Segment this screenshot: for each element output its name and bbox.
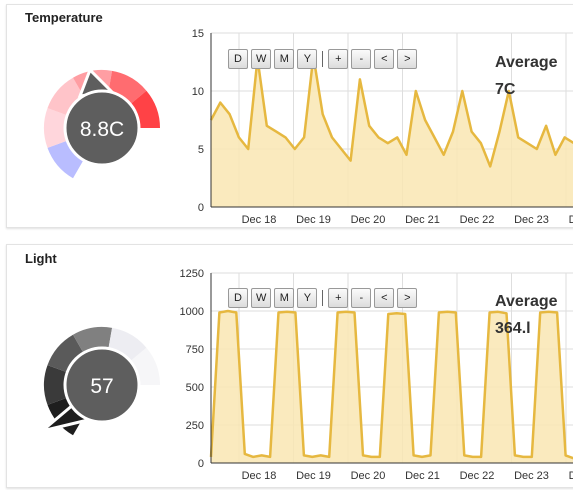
x-tick-label: Dec 19 xyxy=(296,470,331,482)
average-readout: Average 364.l xyxy=(495,288,558,342)
x-tick-label: Dec 23 xyxy=(514,214,549,226)
x-tick-label: Dec 20 xyxy=(351,214,386,226)
average-readout: Average 7C xyxy=(495,49,558,103)
range-button-zoom-in[interactable]: + xyxy=(328,288,349,308)
range-button-next[interactable]: > xyxy=(397,49,418,69)
button-separator xyxy=(322,290,324,306)
light-gauge: 57 xyxy=(41,326,160,436)
range-button-month[interactable]: M xyxy=(274,288,295,308)
x-tick-label: Dec 22 xyxy=(460,470,495,482)
x-tick-label: Dec 21 xyxy=(405,214,440,226)
range-button-month[interactable]: M xyxy=(274,49,295,69)
y-tick-label: 1000 xyxy=(180,306,204,318)
range-button-week[interactable]: W xyxy=(251,49,272,69)
average-value: 7C xyxy=(495,81,516,98)
light-chart: 0 250 500 750 1000 1250 Dec 18 Dec 19 Dec 20 Dec … xyxy=(177,263,573,483)
range-button-previous[interactable]: < xyxy=(374,49,395,69)
x-tick-label: Dec 24 xyxy=(569,214,573,226)
y-tick-label: 10 xyxy=(192,86,204,98)
y-tick-label: 0 xyxy=(198,202,204,214)
range-button-zoom-in[interactable]: + xyxy=(328,49,349,69)
average-value: 364.l xyxy=(495,320,531,337)
x-tick-label: Dec 19 xyxy=(296,214,331,226)
temperature-chart: 0 5 10 15 Dec 18 Dec 19 Dec 20 Dec 21 Dec 22 Dec … xyxy=(177,23,573,227)
x-tick-label: Dec 18 xyxy=(242,214,277,226)
range-button-next[interactable]: > xyxy=(397,288,418,308)
range-buttons: D W M Y + - < > xyxy=(228,288,420,308)
range-button-week[interactable]: W xyxy=(251,288,272,308)
range-button-year[interactable]: Y xyxy=(297,288,318,308)
button-separator xyxy=(322,51,324,67)
y-tick-label: 5 xyxy=(198,144,204,156)
temperature-gauge: 8.8C xyxy=(44,67,160,179)
x-tick-label: Dec 18 xyxy=(242,470,277,482)
x-tick-label: Dec 21 xyxy=(405,470,440,482)
x-tick-label: Dec 20 xyxy=(351,470,386,482)
range-button-day[interactable]: D xyxy=(228,288,248,308)
range-button-year[interactable]: Y xyxy=(297,49,318,69)
y-tick-label: 15 xyxy=(192,28,204,40)
x-tick-label: Dec 24 xyxy=(569,470,573,482)
y-tick-label: 0 xyxy=(198,458,204,470)
temperature-panel: Temperature 8.8C 0 5 10 15 Dec 18 Dec 19 Dec 2… xyxy=(6,4,573,228)
range-buttons: D W M Y + - < > xyxy=(228,49,420,69)
average-label: Average xyxy=(495,54,558,71)
range-button-zoom-out[interactable]: - xyxy=(351,49,372,69)
panel-title: Temperature xyxy=(25,10,103,25)
panel-title: Light xyxy=(25,251,57,266)
x-tick-label: Dec 22 xyxy=(460,214,495,226)
light-panel: Light 57 0 250 500 750 1000 1250 Dec 18 Dec 19 D… xyxy=(6,244,573,488)
y-tick-label: 750 xyxy=(186,344,204,356)
y-tick-label: 250 xyxy=(186,420,204,432)
gauge-value: 57 xyxy=(90,375,113,398)
y-tick-label: 1250 xyxy=(180,268,204,280)
range-button-zoom-out[interactable]: - xyxy=(351,288,372,308)
range-button-previous[interactable]: < xyxy=(374,288,395,308)
average-label: Average xyxy=(495,293,558,310)
range-button-day[interactable]: D xyxy=(228,49,248,69)
y-tick-label: 500 xyxy=(186,382,204,394)
gauge-value: 8.8C xyxy=(80,118,124,141)
x-tick-label: Dec 23 xyxy=(514,470,549,482)
